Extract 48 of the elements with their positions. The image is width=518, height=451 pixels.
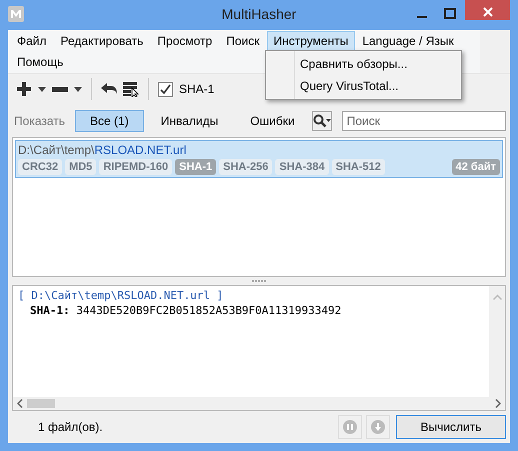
menu-item[interactable]: Инструменты — [266, 31, 356, 52]
filter-tab[interactable]: Инвалиды — [146, 110, 234, 132]
filter-label: Показать — [14, 114, 66, 128]
checkbox-label: SHA-1 — [179, 82, 214, 96]
scrollbar-thumb[interactable] — [27, 399, 55, 408]
file-name: RSLOAD.NET.url — [94, 143, 186, 157]
app-icon — [8, 6, 24, 22]
menu-option[interactable]: Query VirusTotal... — [266, 75, 461, 97]
caret-icon[interactable] — [38, 86, 46, 92]
file-size-tag: 42 байт — [452, 159, 500, 175]
hash-tag: SHA-1 — [175, 159, 216, 175]
menu-option[interactable]: Сравнить обзоры... — [266, 53, 461, 75]
pause-icon — [343, 420, 357, 434]
compute-button[interactable]: Вычислить — [396, 415, 506, 439]
filter-tab[interactable]: Все (1) — [75, 110, 144, 132]
status-text: 1 файл(ов). — [38, 420, 103, 434]
hash-tag: MD5 — [65, 159, 96, 175]
back-arrow-icon[interactable] — [101, 83, 117, 95]
horizontal-scrollbar[interactable] — [13, 397, 505, 410]
close-icon — [482, 6, 494, 18]
checkbox[interactable] — [158, 82, 173, 96]
file-row[interactable]: D:\Сайт\temp\RSLOAD.NET.url CRC32 MD5 RIPEMD-160 SHA-1 SHA-256 SHA-384 SHA-512 42 байт — [15, 140, 503, 178]
close-button[interactable] — [465, 0, 510, 20]
filter-tab[interactable]: Ошибки — [235, 110, 310, 132]
hash-tag: SHA-384 — [275, 159, 329, 175]
menu-item[interactable]: Поиск — [219, 31, 266, 52]
search-options-button[interactable] — [312, 111, 332, 131]
menu-item[interactable]: Редактировать — [54, 31, 150, 52]
window-title: MultiHasher — [220, 6, 298, 22]
menu-item[interactable]: Помощь — [10, 52, 70, 73]
menu-item[interactable]: Language / Язык — [355, 31, 461, 52]
hash-tag: CRC32 — [18, 159, 62, 175]
plus-icon[interactable] — [16, 81, 32, 97]
scroll-right-icon[interactable] — [495, 399, 501, 408]
caret-icon[interactable] — [74, 86, 82, 92]
table-cursor-icon[interactable] — [123, 81, 139, 97]
output-file-path: [ D:\Сайт\temp\RSLOAD.NET.url ] — [18, 288, 224, 303]
minus-icon[interactable] — [52, 86, 68, 92]
search-field[interactable]: Поиск — [342, 111, 506, 131]
hash-result: SHA-1: 3443DE520B9FC2B051852A53B9F0A11319933492 — [29, 303, 342, 318]
menu-item[interactable]: Файл — [10, 31, 54, 52]
vertical-scrollbar[interactable] — [489, 286, 505, 397]
scroll-left-icon[interactable] — [17, 399, 23, 408]
file-folder-path: D:\Сайт\temp\ — [18, 143, 94, 157]
hash-tag: RIPEMD-160 — [99, 159, 172, 175]
hash-tag: SHA-256 — [219, 159, 272, 175]
hash-tag: SHA-512 — [332, 159, 385, 175]
menu-item[interactable]: Просмотр — [150, 31, 220, 52]
